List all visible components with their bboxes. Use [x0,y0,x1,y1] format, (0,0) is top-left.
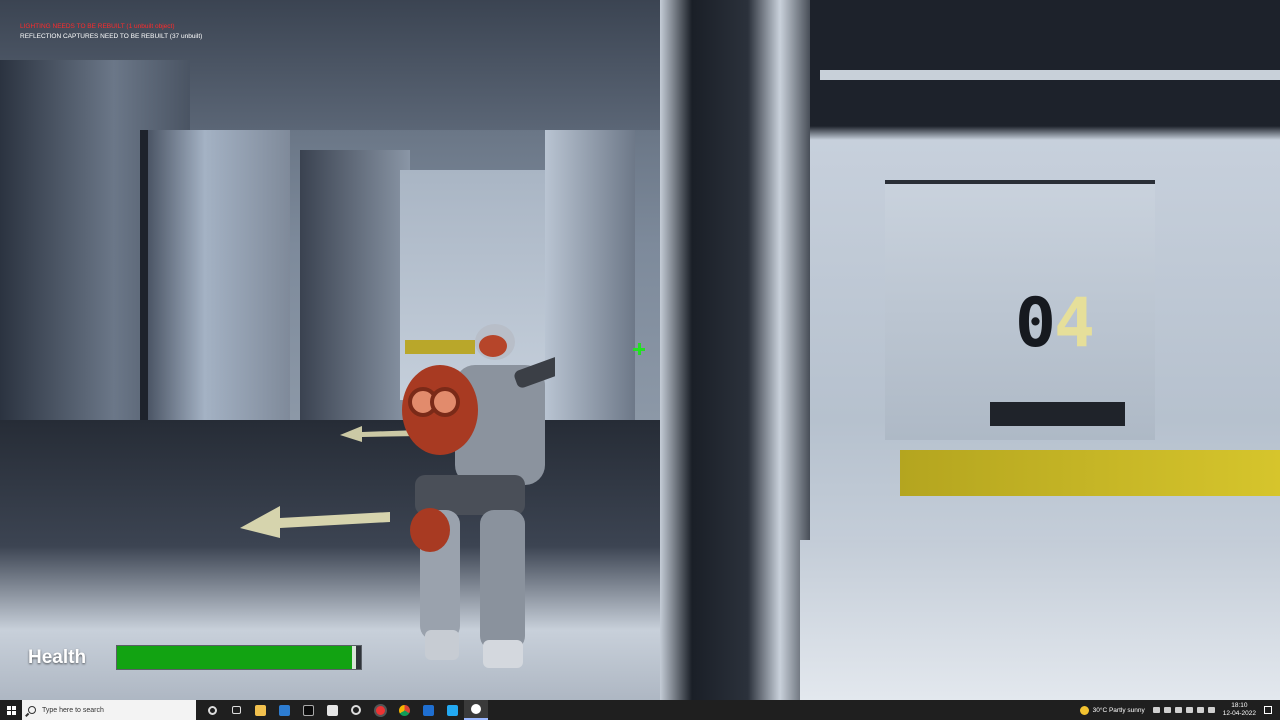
weather-icon[interactable] [1079,705,1089,715]
cloud-icon[interactable] [1174,707,1182,713]
player-character [402,324,555,668]
system-tray: 30°C Partly sunny 18:10 12-04-2022 [1079,700,1280,720]
tray-icons [1152,707,1215,713]
file-explorer-icon[interactable] [248,700,272,720]
vscode-icon[interactable] [440,700,464,720]
notification-icon[interactable] [1264,706,1272,714]
health-bar [116,645,362,670]
taskbar-clock[interactable]: 18:10 12-04-2022 [1223,702,1256,718]
game-viewport[interactable]: 04 LIGHTING NEEDS TO BE REBUILT (1 unbui… [0,0,1280,700]
health-bar-fill [117,646,357,669]
floor-arrow-icon [240,506,390,538]
clock-time: 18:10 [1231,702,1248,709]
settings-icon[interactable] [344,700,368,720]
debug-warning-line: REFLECTION CAPTURES NEED TO BE REBUILT (… [20,33,203,40]
chrome-icon[interactable] [392,700,416,720]
taskbar-search-box[interactable]: Type here to search [22,700,196,720]
pinned-apps [200,700,488,720]
start-button[interactable] [0,700,22,720]
windows-taskbar: Type here to search 30°C Partly sunny 18… [0,700,1280,720]
crosshair-icon [631,341,647,357]
right-yellow-stripe [900,450,1280,496]
clock-date: 12-04-2022 [1222,710,1256,717]
weather-text[interactable]: 30°C Partly sunny [1093,707,1145,714]
health-label: Health [28,646,87,668]
store-icon[interactable] [320,700,344,720]
network-icon[interactable] [1163,707,1171,713]
room-number: 04 [1015,290,1095,358]
wall-slot [990,402,1125,426]
windows-logo-icon [6,705,16,715]
debug-error-line: LIGHTING NEEDS TO BE REBUILT (1 unbuilt … [20,23,175,30]
room-number-dark-digit: 0 [1015,284,1056,363]
right-room-floor [800,540,1280,700]
right-wall-band [820,70,1280,80]
debug-messages: LIGHTING NEEDS TO BE REBUILT (1 unbuilt … [20,22,202,42]
mail-icon[interactable] [272,700,296,720]
chevron-up-icon[interactable] [1152,707,1160,713]
corridor-left-wall [300,150,410,450]
room-number-light-digit: 4 [1053,284,1095,363]
terminal-icon[interactable] [296,700,320,720]
search-placeholder: Type here to search [42,706,104,714]
task-view-icon[interactable] [224,700,248,720]
photos-icon[interactable] [416,700,440,720]
volume-icon[interactable] [1207,707,1215,713]
wifi-icon[interactable] [1196,707,1204,713]
battery-icon[interactable] [1185,707,1193,713]
search-icon [28,706,36,714]
door-pillar [660,0,820,700]
cortana-icon[interactable] [200,700,224,720]
corridor-right-wall [545,130,635,450]
health-hud: Health [28,645,362,670]
record-icon[interactable] [368,700,392,720]
unreal-engine-icon[interactable] [464,700,488,720]
